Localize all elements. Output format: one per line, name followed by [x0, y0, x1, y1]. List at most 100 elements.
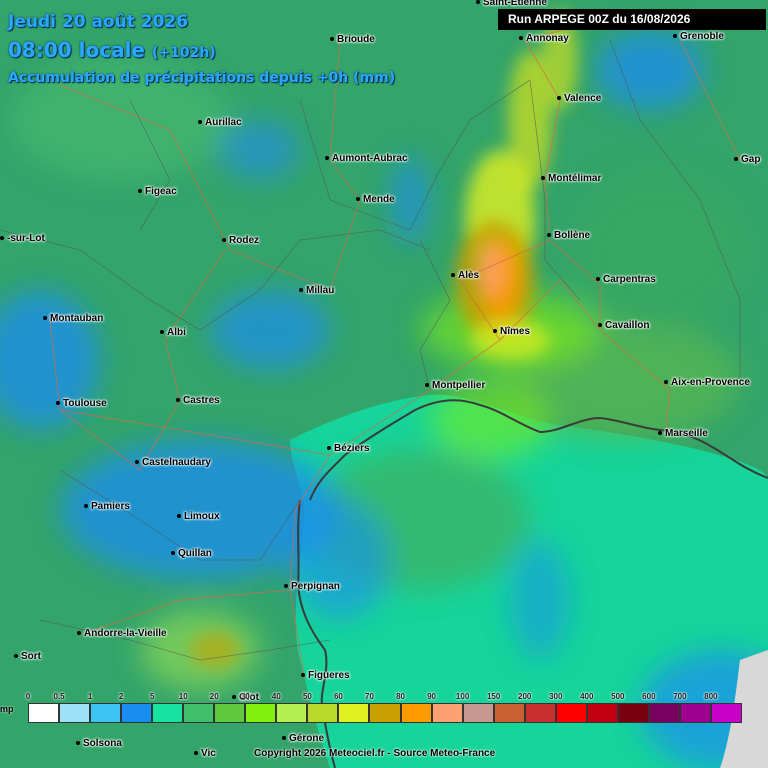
city-label: Montpellier: [425, 380, 485, 391]
city-dot: [356, 197, 360, 202]
legend-color-swatch: [121, 703, 153, 723]
city-label: Figueres: [301, 670, 350, 681]
legend-tick-label: 30: [240, 692, 250, 701]
city-dot: [734, 157, 738, 162]
city-name: Gap: [741, 154, 761, 165]
legend-color-swatch: [555, 703, 587, 723]
city-dot: [547, 233, 551, 238]
city-dot: [301, 673, 305, 678]
precipitation-map: [0, 0, 768, 768]
city-dot: [76, 741, 80, 746]
legend-tick-label: 10: [178, 692, 188, 701]
city-label: Sort: [14, 651, 41, 662]
forecast-date: Jeudi 20 août 2026: [8, 12, 189, 32]
copyright-text: Copyright 2026 Meteociel.fr - Source Met…: [254, 748, 496, 759]
city-name: Béziers: [334, 443, 370, 454]
city-name: Alès: [458, 270, 480, 281]
city-dot: [135, 460, 139, 465]
legend-tick-label: 70: [365, 692, 374, 701]
city-name: Montélimar: [548, 173, 602, 184]
city-label: Millau: [299, 285, 334, 296]
legend-color-swatch: [183, 703, 215, 723]
city-dot: [284, 584, 288, 589]
legend-color-swatch: [524, 703, 556, 723]
legend-color-swatch: [462, 703, 494, 723]
legend-tick-label: 100: [455, 692, 470, 701]
city-label: Andorre-la-Vieille: [77, 628, 167, 639]
legend-tick-label: 300: [549, 692, 563, 701]
legend-color-swatch: [307, 703, 339, 723]
legend-color-swatch: [679, 703, 711, 723]
city-label: Montauban: [43, 313, 103, 324]
city-name: Limoux: [184, 511, 220, 522]
legend-tick-label: 0: [25, 692, 31, 701]
legend-tick-label: 50: [302, 692, 312, 701]
city-label: Limoux: [177, 511, 220, 522]
city-label: Saint-Étienne: [476, 0, 547, 8]
legend-tick-label: 90: [427, 692, 437, 701]
legend-tick-label: 20: [209, 692, 219, 701]
city-label: Castres: [176, 395, 220, 406]
city-label: Montélimar: [541, 173, 601, 184]
city-dot: [194, 751, 198, 756]
legend-tick-label: 500: [611, 692, 625, 701]
legend-tick-label: 700: [673, 692, 687, 701]
legend-color-swatch: [28, 703, 60, 723]
legend-color-swatch: [59, 703, 91, 723]
legend-tick-label: 40: [271, 692, 281, 701]
city-dot: [596, 277, 600, 282]
city-label: Albi: [160, 327, 186, 338]
city-dot: [598, 323, 602, 328]
legend-color-swatch: [493, 703, 525, 723]
city-name: Grenoble: [680, 31, 724, 42]
legend-tick-label: 1: [87, 692, 93, 701]
legend-tick-label: 800: [704, 692, 718, 701]
city-dot: [222, 238, 226, 243]
city-label: Gérone: [282, 733, 324, 744]
legend-tick-label: 150: [486, 692, 501, 701]
city-name: Bollène: [554, 230, 591, 241]
city-name: Castelnaudary: [142, 457, 211, 468]
legend-tick-label: 80: [396, 692, 405, 701]
city-dot: [330, 37, 334, 42]
city-name: Mende: [363, 194, 395, 205]
legend-color-swatch: [338, 703, 370, 723]
run-label: Run ARPEGE 00Z du 16/08/2026: [498, 9, 766, 30]
corner-label: mp: [0, 704, 14, 714]
city-label: Rodez: [222, 235, 259, 246]
legend-color-swatch: [586, 703, 618, 723]
legend-color-swatch: [400, 703, 432, 723]
city-dot: [327, 446, 331, 451]
city-name: Albi: [167, 327, 186, 338]
legend-color-swatch: [617, 703, 649, 723]
city-dot: [673, 34, 677, 39]
city-name: Aumont-Aubrac: [332, 153, 408, 164]
legend-color-swatch: [648, 703, 680, 723]
city-label: Solsona: [76, 738, 122, 749]
city-name: Perpignan: [291, 581, 340, 592]
city-name: Aurillac: [205, 117, 242, 128]
city-name: Valence: [564, 93, 602, 104]
city-name: Millau: [306, 285, 335, 296]
city-dot: [541, 176, 545, 181]
city-dot: [476, 0, 480, 5]
city-dot: [56, 401, 60, 406]
city-label: Vic: [194, 748, 216, 759]
city-label: Quillan: [171, 548, 212, 559]
city-dot: [658, 431, 662, 436]
legend-tick-label: 600: [642, 692, 656, 701]
legend-color-swatch: [276, 703, 308, 723]
city-dot: [138, 189, 142, 194]
precipitation-legend: 0 0.5 1 2 5 10 20 30 40 50 60 70 80 90 100 150 200 300 400…: [25, 692, 742, 724]
city-dot: [282, 736, 286, 741]
city-name: Aix-en-Provence: [671, 377, 750, 388]
city-label: Alès: [451, 270, 479, 281]
legend-color-swatch: [369, 703, 401, 723]
city-name: Solsona: [83, 738, 122, 749]
city-name: Saint-Étienne: [483, 0, 547, 8]
legend-color-swatch: [152, 703, 184, 723]
city-dot: [160, 330, 164, 335]
city-dot: [77, 631, 81, 636]
legend-tick-label: 200: [518, 692, 532, 701]
city-dot: [325, 156, 329, 161]
